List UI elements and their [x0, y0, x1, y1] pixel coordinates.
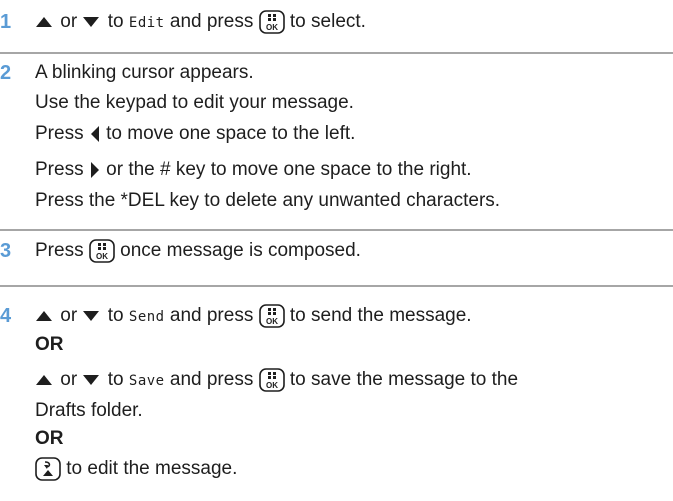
text: to move one space to the left. — [106, 123, 356, 144]
text: Press — [35, 123, 84, 144]
text: to send the message. — [289, 305, 472, 326]
step-4-line-2: or to Save and press OK to save the mess… — [35, 366, 518, 395]
menu-option-edit: Edit — [128, 15, 165, 31]
step-2-line-2: Use the keypad to edit your message. — [35, 92, 354, 113]
step-number-2: 2 — [0, 62, 12, 84]
step-2-line-4: Press or the # key to move one space to … — [35, 156, 472, 184]
down-arrow-icon — [82, 373, 100, 387]
down-arrow-icon — [82, 15, 100, 29]
text: to — [107, 11, 124, 32]
svg-text:OK: OK — [96, 252, 108, 261]
ok-key-icon: OK — [89, 239, 115, 263]
right-arrow-icon — [89, 161, 101, 179]
text: or the # key to move one space to the ri… — [106, 159, 472, 180]
text: and press — [169, 305, 254, 326]
text: and press — [169, 369, 254, 390]
text: to edit the message. — [66, 458, 238, 479]
step-number-4: 4 — [0, 305, 12, 327]
divider — [0, 52, 673, 54]
text: to save the message to the — [289, 369, 519, 390]
up-arrow-icon — [35, 373, 53, 387]
step-2-line-1: A blinking cursor appears. — [35, 62, 254, 83]
svg-text:OK: OK — [266, 23, 278, 32]
menu-option-save: Save — [128, 373, 165, 389]
text: or — [60, 369, 78, 390]
text: to — [107, 305, 124, 326]
svg-text:OK: OK — [266, 317, 278, 326]
left-arrow-icon — [89, 125, 101, 143]
text: once message is composed. — [120, 240, 361, 261]
step-2-line-3: Press to move one space to the left. — [35, 120, 355, 148]
ok-key-icon: OK — [258, 10, 285, 34]
text: or — [60, 11, 78, 32]
step-4-line-3: Drafts folder. — [35, 400, 143, 421]
up-arrow-icon — [35, 309, 53, 323]
step-number-1: 1 — [0, 11, 12, 33]
instruction-page: 1 or to Edit and press OK to select. 2 A… — [0, 0, 673, 501]
svg-text:OK: OK — [266, 381, 278, 390]
step-1-line-1: or to Edit and press OK to select. — [35, 8, 366, 37]
text: to — [107, 369, 124, 390]
back-key-icon — [35, 457, 61, 481]
text: to select. — [289, 11, 366, 32]
down-arrow-icon — [82, 309, 100, 323]
ok-key-icon: OK — [258, 304, 285, 328]
text: Press — [35, 159, 84, 180]
text: Press — [35, 240, 84, 261]
or-label: OR — [35, 334, 64, 355]
ok-key-icon: OK — [258, 368, 285, 392]
step-4-line-4: to edit the message. — [35, 455, 237, 483]
up-arrow-icon — [35, 15, 53, 29]
step-4-line-1: or to Send and press OK to send the mess… — [35, 302, 472, 331]
step-3-line-1: Press OK once message is composed. — [35, 237, 361, 265]
step-number-3: 3 — [0, 240, 12, 262]
text: and press — [169, 11, 254, 32]
or-label: OR — [35, 428, 64, 449]
text: or — [60, 305, 78, 326]
menu-option-send: Send — [128, 309, 165, 325]
step-2-line-5: Press the *DEL key to delete any unwante… — [35, 190, 501, 211]
divider — [0, 229, 673, 231]
divider — [0, 285, 673, 287]
